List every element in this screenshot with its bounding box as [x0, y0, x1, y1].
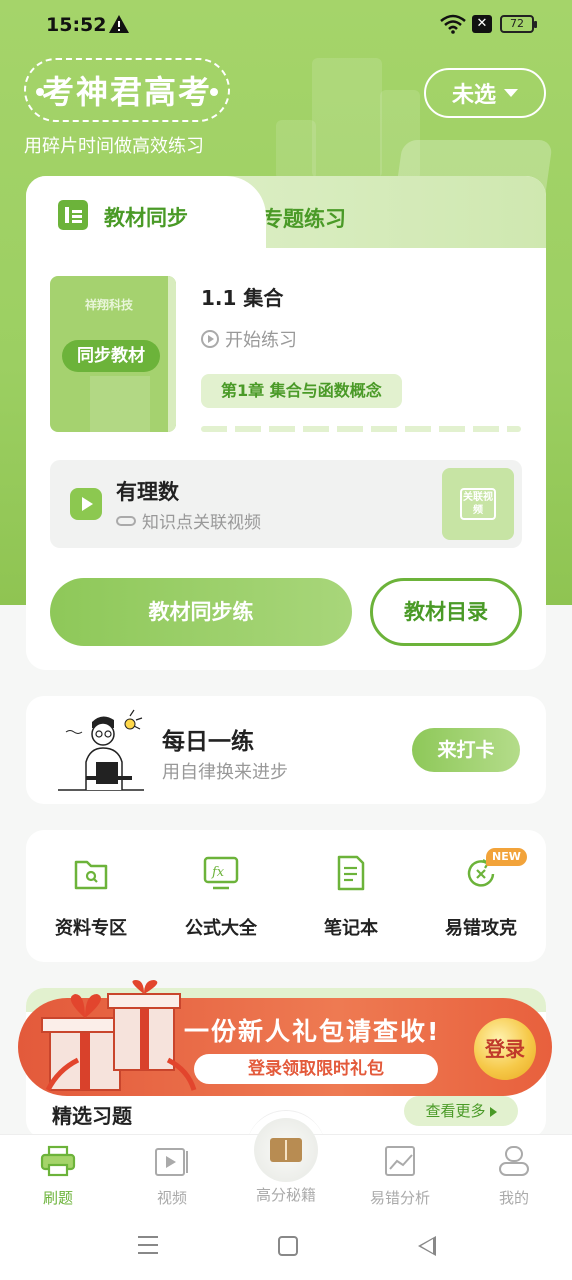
check-in-button[interactable]: 来打卡 [412, 728, 520, 772]
user-icon [499, 1146, 529, 1176]
notification-x-icon: ✕ [472, 15, 492, 33]
notebook-icon [337, 855, 365, 891]
nav-top-secrets[interactable] [254, 1118, 318, 1182]
textbook-catalog-button[interactable]: 教材目录 [370, 578, 522, 646]
chevron-down-icon [504, 89, 518, 97]
tool-label: 易错攻克 [445, 918, 517, 939]
nav-practice[interactable]: 刷题 [18, 1145, 98, 1208]
daily-practice-card: 每日一练 用自律换来进步 来打卡 [26, 696, 546, 804]
play-icon [70, 488, 102, 520]
grade-select-dropdown[interactable]: 未选 [424, 68, 546, 118]
thumb-label: 关联视频 [460, 488, 496, 520]
related-video-row[interactable]: 有理数 知识点关联视频 关联视频 [50, 460, 522, 548]
tab-textbook-sync[interactable]: 教材同步 [26, 176, 266, 256]
tool-label: 笔记本 [324, 918, 378, 939]
promo-login-button[interactable]: 登录 [474, 1018, 536, 1080]
video-icon [155, 1148, 188, 1176]
chevron-right-icon [489, 1106, 497, 1117]
daily-title: 每日一练 [162, 729, 254, 755]
new-badge: NEW [486, 848, 527, 866]
book-label: 同步教材 [62, 340, 160, 372]
lesson-title: 1.1 集合 [201, 286, 284, 310]
student-illustration [58, 709, 144, 791]
video-title: 有理数 [116, 480, 179, 504]
see-more-label: 查看更多 [425, 1102, 486, 1120]
start-label: 开始练习 [225, 330, 297, 351]
nav-label: 高分秘籍 [255, 1186, 316, 1204]
gift-box-icon [41, 980, 197, 1092]
new-user-gift-banner[interactable]: 一份新人礼包请查收! 登录领取限时礼包 登录 [18, 980, 552, 1096]
tool-label: 公式大全 [185, 918, 257, 939]
wifi-icon [440, 14, 466, 34]
book-brand: 祥翔科技 [84, 298, 133, 312]
printer-icon [40, 1145, 76, 1177]
nav-video[interactable]: 视频 [132, 1145, 212, 1208]
promo-subtitle: 登录领取限时礼包 [194, 1054, 438, 1084]
tool-notebook[interactable]: 笔记本 [296, 854, 406, 946]
video-subtitle-text: 知识点关联视频 [142, 513, 261, 533]
open-book-icon [270, 1138, 302, 1162]
tab-topic-practice[interactable]: 专题练习 [262, 203, 346, 233]
battery-icon: 72 [500, 15, 537, 33]
home-icon[interactable] [278, 1236, 298, 1256]
folder-icon [74, 860, 108, 890]
textbook-sync-practice-button[interactable]: 教材同步练 [50, 578, 352, 646]
tool-formulas[interactable]: fx 公式大全 [166, 854, 276, 946]
tool-mistakes[interactable]: NEW 易错攻克 [426, 848, 536, 946]
promo-title: 一份新人礼包请查收! [184, 1017, 441, 1046]
system-nav-bar [0, 1214, 572, 1280]
book-list-icon [58, 200, 88, 230]
logo-text: 考神君高考 [41, 73, 212, 111]
progress-dashes [201, 426, 521, 432]
tool-materials[interactable]: 资料专区 [36, 854, 146, 946]
nav-label: 易错分析 [369, 1189, 430, 1207]
slogan: 用碎片时间做高效练习 [24, 136, 204, 157]
textbook-cover[interactable]: 祥翔科技 同步教材 [50, 276, 176, 432]
nav-profile[interactable]: 我的 [474, 1145, 554, 1208]
app-logo: 考神君高考 [24, 58, 230, 122]
see-more-button[interactable]: 查看更多 [404, 1096, 518, 1126]
chapter-tag: 第1章 集合与函数概念 [201, 374, 402, 408]
video-thumbnail[interactable]: 关联视频 [442, 468, 514, 540]
back-icon[interactable] [418, 1236, 436, 1256]
status-bar: 15:52 ✕ 72 [0, 0, 572, 52]
daily-subtitle: 用自律换来进步 [162, 762, 288, 783]
menu-icon[interactable] [138, 1236, 158, 1254]
link-icon [116, 515, 136, 526]
warning-icon [109, 15, 129, 33]
play-circle-icon [201, 330, 219, 348]
chart-icon [385, 1146, 415, 1176]
featured-title: 精选习题 [52, 1104, 132, 1128]
textbook-card: 专题练习 教材同步 祥翔科技 同步教材 1.1 集合 开始练习 第1章 集合与函… [26, 176, 546, 670]
nav-mistake-analysis[interactable]: 易错分析 [360, 1145, 440, 1208]
video-subtitle: 知识点关联视频 [116, 508, 261, 533]
tool-label: 资料专区 [55, 918, 127, 939]
status-time: 15:52 [46, 14, 107, 36]
formula-icon: fx [203, 856, 239, 890]
select-label: 未选 [451, 83, 496, 108]
start-practice-link[interactable]: 开始练习 [201, 326, 297, 352]
tools-grid: 资料专区 fx 公式大全 笔记本 NEW 易错攻克 [26, 830, 546, 962]
svg-text:fx: fx [211, 865, 225, 880]
nav-label: 视频 [156, 1189, 187, 1207]
nav-label: 刷题 [42, 1189, 73, 1207]
nav-label: 我的 [498, 1189, 529, 1207]
tab-label: 教材同步 [104, 206, 188, 230]
